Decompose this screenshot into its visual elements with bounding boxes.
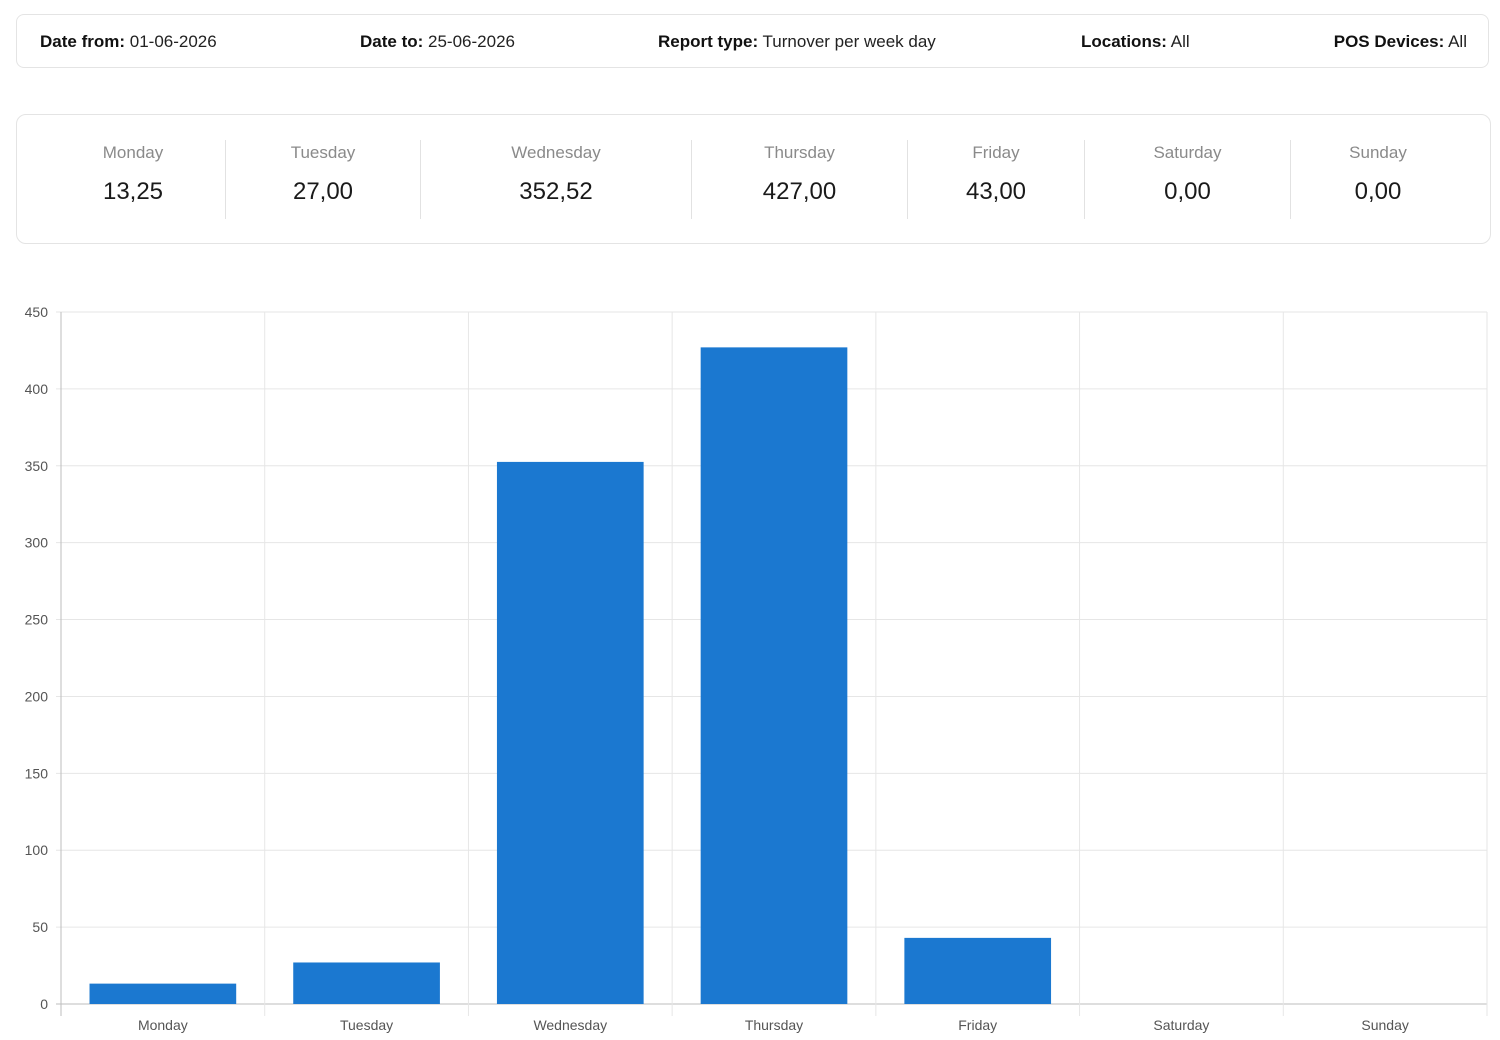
bar-wednesday: [496, 461, 644, 1004]
locations-value: All: [1170, 32, 1190, 51]
summary-day-label: Wednesday: [511, 143, 601, 162]
x-tick-label: Tuesday: [340, 1017, 393, 1033]
summary-day-label: Monday: [102, 143, 164, 162]
x-tick-label: Saturday: [1153, 1017, 1209, 1033]
bar-monday: [89, 983, 237, 1004]
y-tick-label: 250: [25, 612, 49, 628]
summary-item-tuesday: Tuesday 27,00: [225, 140, 421, 220]
turnover-bar-chart: 0 50 100 150 200 250 300 350 400 450 Monday Tuesday…: [25, 304, 1488, 1033]
y-tick-label: 0: [40, 996, 48, 1012]
locations-label: Locations:: [1081, 32, 1167, 51]
pos-devices-filter: POS Devices: All: [1334, 15, 1467, 69]
date-to-label: Date to:: [360, 32, 424, 51]
y-tick-label: 450: [25, 304, 49, 320]
y-tick-label: 400: [25, 381, 49, 397]
report-type-filter: Report type: Turnover per week day: [658, 15, 936, 69]
summary-day-label: Saturday: [1153, 143, 1222, 162]
summary-item-saturday: Saturday 0,00: [1084, 140, 1291, 220]
x-tick-label: Wednesday: [533, 1017, 607, 1033]
y-tick-label: 100: [25, 842, 49, 858]
date-from-label: Date from:: [40, 32, 126, 51]
report-type-value: Turnover per week day: [762, 32, 936, 51]
pos-devices-value: All: [1448, 32, 1467, 51]
summary-day-value: 352,52: [519, 178, 593, 205]
report-type-label: Report type:: [658, 32, 759, 51]
summary-day-value: 427,00: [762, 178, 837, 205]
y-tick-label: 50: [32, 919, 48, 935]
summary-day-value: 27,00: [292, 178, 354, 205]
summary-day-value: 0,00: [1354, 178, 1402, 205]
summary-day-label: Tuesday: [290, 143, 356, 162]
weekday-summary-card: Monday 13,25 Tuesday 27,00 Wednesday 352…: [16, 114, 1491, 244]
locations-filter: Locations: All: [1081, 15, 1190, 69]
y-tick-label: 200: [25, 688, 49, 704]
summary-day-label: Thursday: [764, 143, 835, 162]
x-tick-label: Friday: [958, 1017, 997, 1033]
bar-tuesday: [293, 962, 440, 1004]
date-to-value: 25-06-2026: [428, 32, 515, 51]
x-tick-label: Monday: [138, 1017, 188, 1033]
summary-day-value: 13,25: [102, 178, 164, 205]
x-tick-label: Sunday: [1361, 1017, 1408, 1033]
y-tick-label: 150: [25, 765, 49, 781]
pos-devices-label: POS Devices:: [1333, 32, 1445, 51]
summary-day-value: 43,00: [965, 178, 1027, 205]
summary-day-label: Sunday: [1349, 143, 1407, 162]
date-to-filter: Date to: 25-06-2026: [360, 15, 515, 69]
date-from-filter: Date from: 01-06-2026: [40, 15, 217, 69]
summary-day-value: 0,00: [1164, 178, 1211, 205]
summary-item-friday: Friday 43,00: [907, 140, 1085, 220]
bar-thursday: [700, 347, 848, 1004]
summary-item-monday: Monday 13,25: [33, 140, 233, 220]
y-tick-label: 350: [25, 458, 49, 474]
date-from-value: 01-06-2026: [129, 32, 217, 51]
y-tick-label: 300: [25, 535, 49, 551]
summary-day-label: Friday: [972, 143, 1020, 162]
x-tick-label: Thursday: [745, 1017, 803, 1033]
summary-item-wednesday: Wednesday 352,52: [420, 140, 692, 220]
report-filter-bar: Date from: 01-06-2026 Date to: 25-06-202…: [16, 14, 1489, 68]
summary-item-thursday: Thursday 427,00: [691, 140, 908, 220]
summary-item-sunday: Sunday 0,00: [1290, 140, 1466, 220]
bar-friday: [904, 937, 1052, 1004]
